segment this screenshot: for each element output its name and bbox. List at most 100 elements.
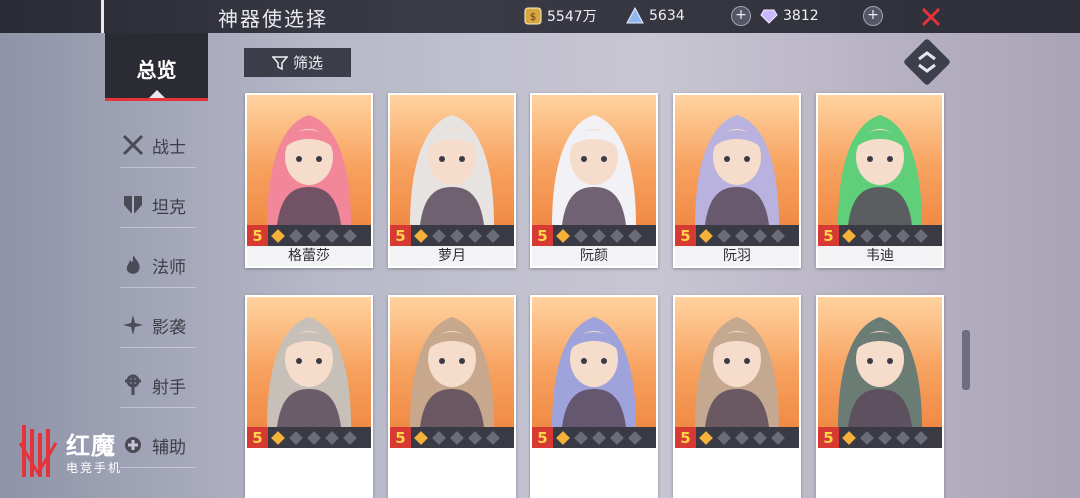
star-icon [289, 228, 303, 243]
character-card[interactable]: 5 阮羽 [673, 93, 801, 268]
star-icon [914, 228, 928, 243]
character-portrait [247, 297, 371, 427]
star-row [271, 228, 361, 243]
star-row [414, 228, 504, 243]
sidebar-item-label: 射手 [152, 377, 186, 398]
page-title: 神器使选择 [218, 7, 328, 31]
character-name: 韦迪 [818, 246, 942, 266]
character-portrait [675, 95, 799, 225]
crossed-swords-icon [120, 132, 146, 158]
add-gem-button[interactable]: + [863, 6, 883, 26]
swap-icon [918, 51, 936, 73]
star-icon [610, 430, 624, 445]
rank-badge: 5 [675, 427, 696, 448]
sidebar-item-label: 辅助 [152, 437, 186, 458]
close-icon[interactable] [920, 6, 942, 28]
add-crystal-button[interactable]: + [731, 6, 751, 26]
gold-currency: $ 5547万 [524, 5, 597, 27]
sidebar-item-tank[interactable]: 坦克 [120, 183, 196, 228]
character-portrait [390, 95, 514, 225]
star-icon [842, 228, 856, 243]
star-icon [914, 430, 928, 445]
rank-badge: 5 [390, 225, 411, 246]
top-bar: 神器使选择 $ 5547万 5634 + 3812 + [0, 0, 1080, 33]
back-button[interactable] [101, 0, 104, 33]
shield-icon [120, 192, 146, 218]
character-name: 阮颜 [532, 246, 656, 266]
sidebar-item-mage[interactable]: 法师 [120, 243, 196, 288]
character-card[interactable]: 5 韦迪 [816, 93, 944, 268]
character-name: 萝月 [390, 246, 514, 266]
character-card[interactable]: 5 [816, 295, 944, 498]
filter-button[interactable]: 筛选 [244, 48, 351, 77]
star-icon [486, 228, 500, 243]
star-icon [896, 430, 910, 445]
rank-bar: 5 [818, 427, 942, 448]
tab-overview-label: 总览 [136, 58, 177, 82]
crystal-currency: 5634 [626, 5, 685, 27]
character-card[interactable]: 5 格蕾莎 [245, 93, 373, 268]
rank-badge: 5 [818, 427, 839, 448]
star-icon [592, 228, 606, 243]
character-portrait [532, 95, 656, 225]
character-portrait [818, 95, 942, 225]
sidebar-item-marksman[interactable]: 射手 [120, 363, 196, 408]
star-icon [574, 430, 588, 445]
star-icon [896, 228, 910, 243]
rank-bar: 5 [247, 225, 371, 246]
rank-bar: 5 [532, 225, 656, 246]
star-row [842, 228, 932, 243]
rank-bar: 5 [532, 427, 656, 448]
star-icon [432, 430, 446, 445]
star-row [414, 430, 504, 445]
star-icon [414, 228, 428, 243]
gem-icon [760, 7, 778, 25]
character-name: 格蕾莎 [247, 246, 371, 266]
gem-amount: 3812 [783, 8, 819, 24]
star-icon [628, 228, 642, 243]
shuriken-icon [120, 312, 146, 338]
brand-name: 红魔 [66, 432, 116, 460]
star-icon [486, 430, 500, 445]
scrollbar[interactable] [962, 330, 970, 390]
tab-overview[interactable]: 总览 [105, 33, 208, 101]
rank-bar: 5 [390, 427, 514, 448]
character-card[interactable]: 5 萝月 [388, 93, 516, 268]
character-card[interactable]: 5 [388, 295, 516, 498]
star-icon [450, 430, 464, 445]
character-name: 阮羽 [675, 246, 799, 266]
crosshair-icon [120, 372, 146, 398]
star-icon [860, 228, 874, 243]
rank-bar: 5 [675, 427, 799, 448]
character-card[interactable]: 5 阮颜 [530, 93, 658, 268]
star-icon [343, 228, 357, 243]
sort-button[interactable] [902, 37, 952, 87]
star-icon [574, 228, 588, 243]
star-icon [325, 228, 339, 243]
character-card[interactable]: 5 [530, 295, 658, 498]
rank-badge: 5 [675, 225, 696, 246]
selected-indicator [149, 90, 165, 98]
character-card[interactable]: 5 [245, 295, 373, 498]
character-card[interactable]: 5 [673, 295, 801, 498]
star-icon [699, 228, 713, 243]
sidebar-item-assassin[interactable]: 影袭 [120, 303, 196, 348]
rank-badge: 5 [532, 427, 553, 448]
star-icon [289, 430, 303, 445]
sidebar-item-label: 法师 [152, 257, 186, 278]
brand-subtitle: 电竞手机 [66, 461, 123, 475]
star-row [699, 228, 789, 243]
svg-text:$: $ [530, 12, 536, 23]
character-portrait [532, 297, 656, 427]
star-icon [450, 228, 464, 243]
star-icon [307, 228, 321, 243]
star-icon [735, 228, 749, 243]
brand-watermark: 红魔 电竞手机 [18, 423, 138, 483]
star-icon [468, 430, 482, 445]
star-icon [735, 430, 749, 445]
rank-bar: 5 [675, 225, 799, 246]
sidebar-item-warrior[interactable]: 战士 [120, 123, 196, 168]
gem-currency: 3812 [760, 5, 819, 27]
star-icon [556, 430, 570, 445]
filter-label: 筛选 [292, 54, 323, 72]
